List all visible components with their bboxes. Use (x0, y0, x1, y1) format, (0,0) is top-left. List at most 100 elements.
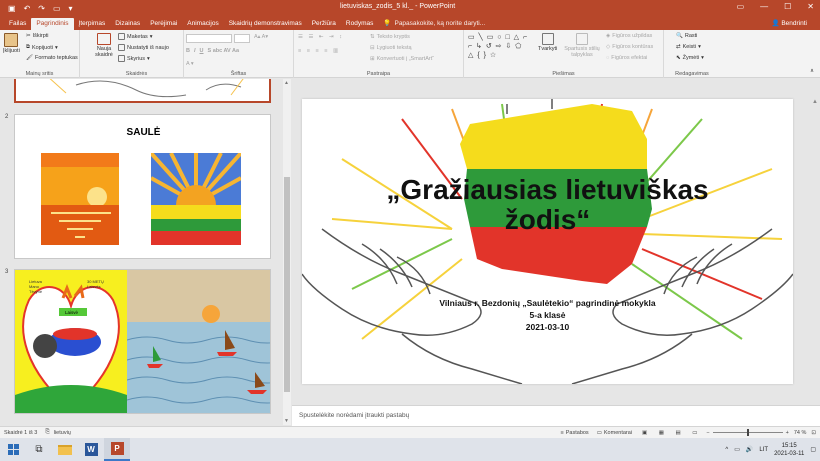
font-name-input[interactable] (186, 34, 232, 43)
arrange-button[interactable]: Tvarkyti (538, 33, 557, 52)
slide-background-art (302, 99, 793, 384)
align-buttons[interactable]: ≡ ≡ ≡ ≡ ▥ (298, 48, 340, 54)
tab-file[interactable]: Failas (4, 18, 31, 30)
slide-title[interactable]: „Gražiausias lietuviškas žodis“ (302, 175, 793, 235)
thumbnail-scroll-thumb[interactable] (284, 177, 290, 392)
format-painter-button[interactable]: 🖌 Formato teptukas (26, 55, 78, 61)
tab-design[interactable]: Dizainas (110, 18, 145, 30)
present-icon[interactable]: ▭ (53, 4, 61, 13)
slide-thumbnail-1[interactable] (14, 79, 271, 103)
slide-thumbnail-2[interactable]: SAULĖ (14, 114, 271, 259)
find-button[interactable]: 🔍 Rasti (676, 33, 697, 39)
fit-slide-icon[interactable]: ⊡ (811, 430, 816, 436)
zoom-out-button[interactable]: − (706, 430, 709, 436)
slide-title-line-1: „Gražiausias lietuviškas (386, 174, 709, 205)
group-drawing: ▭ ╲ ▭ ○ □ △ ⌐ ⌐ ↳ ↺ ⇨ ⇩ ⬠ △ { } ☆ Tvarky… (464, 30, 664, 78)
smartart-button[interactable]: ⊞ Konvertuoti į „SmartArt“ (370, 56, 434, 62)
title-bar: ▣ ↶ ↷ ▭ ▾ lietuviskas_zodis_5 kl._ - Pow… (0, 0, 820, 16)
replace-button[interactable]: ⇄ Keisti ▾ (676, 44, 701, 50)
shape-fill-button[interactable]: ◈ Figūros užpildas (606, 33, 652, 39)
group-label-drawing: Piešimas (552, 71, 575, 77)
tab-home[interactable]: Pagrindinis (31, 18, 74, 30)
quick-styles-button[interactable]: Spartusis stilių talpyklas (560, 33, 604, 58)
cut-label: Iškirpti (32, 33, 49, 39)
slide-scroll-up-icon[interactable]: ▲ (812, 99, 818, 105)
replace-icon: ⇄ (676, 44, 681, 50)
thumbnail-scrollbar[interactable]: ▲ ▼ (283, 79, 291, 425)
slide-subtitle[interactable]: Vilniaus r. Bezdonių „Saulėtekio“ pagrin… (302, 297, 793, 333)
align-text-button[interactable]: ⊟ Lygiuoti tekstą (370, 45, 412, 51)
date-text: 2021-03-10 (525, 322, 570, 332)
current-slide[interactable]: „Gražiausias lietuviškas žodis“ Vilniaus… (302, 99, 793, 384)
slide-1-preview (49, 79, 244, 98)
tab-slideshow[interactable]: Skaidrių demonstravimas (224, 18, 307, 30)
font-color-button[interactable]: A ▾ (186, 61, 194, 67)
select-button[interactable]: ⬉ Žymėti ▾ (676, 55, 704, 61)
zoom-in-button[interactable]: + (786, 430, 789, 436)
redo-icon[interactable]: ↷ (38, 4, 45, 13)
reset-button[interactable]: Nustatyti iš naujo (118, 44, 169, 51)
volume-icon[interactable]: 🔊 (746, 446, 753, 453)
share-button[interactable]: 👤 Bendrinti (766, 18, 812, 30)
network-icon[interactable]: ▭ (734, 446, 740, 453)
tab-review[interactable]: Peržiūra (307, 18, 341, 30)
powerpoint-icon[interactable]: P (104, 438, 130, 461)
tab-animations[interactable]: Animacijos (182, 18, 223, 30)
notes-button[interactable]: ≡ Pastabos (561, 430, 589, 436)
notifications-icon[interactable]: ▢ (810, 446, 816, 453)
save-icon[interactable]: ▣ (8, 4, 16, 13)
text-direction-button[interactable]: ⇅ Teksto kryptis (370, 34, 410, 40)
shape-outline-button[interactable]: ◇ Figūros kontūras (606, 44, 653, 50)
ribbon-display-icon[interactable]: ▭ (737, 2, 745, 11)
close-button[interactable]: ✕ (807, 2, 814, 11)
group-label-paragraph: Pastraipa (366, 71, 391, 77)
group-label-font: Šriftas (230, 71, 247, 77)
list-buttons[interactable]: ☰ ☰ ⇤ ⇥ ↕ (298, 34, 344, 40)
cut-button[interactable]: ✂ Iškirpti (26, 33, 49, 39)
section-button[interactable]: Skyrius ▾ (118, 55, 150, 62)
task-view-icon[interactable]: ⧉ (26, 438, 52, 461)
slide-thumbnail-3[interactable]: Lietuva Mano Tėvynė 30 METŲ Laisvės Lais… (14, 269, 271, 414)
clock[interactable]: 15:15 2021-03-11 (774, 442, 804, 458)
view-buttons[interactable]: ▣ ▦ ▤ ▭ (642, 430, 702, 436)
layout-button[interactable]: Maketas ▾ (118, 33, 153, 40)
zoom-level[interactable]: 74 % (794, 430, 807, 436)
comments-button[interactable]: ▭ Komentarai (597, 430, 632, 436)
undo-icon[interactable]: ↶ (24, 4, 31, 13)
shape-effects-button[interactable]: ◌ Figūros efektai (606, 55, 647, 61)
group-font: A▴ A▾ B I U S abc AV Aa A ▾ Šriftas (184, 30, 294, 78)
new-slide-button[interactable]: Nauja skaidrė (93, 33, 115, 58)
paste-button[interactable]: Įklijuoti (3, 33, 20, 54)
effects-icon: ◌ (606, 55, 610, 61)
font-format-buttons[interactable]: B I U S abc AV Aa (186, 48, 239, 54)
tab-transitions[interactable]: Perėjimai (145, 18, 182, 30)
thumb3-label-3: Tėvynė (29, 289, 43, 294)
maximize-button[interactable]: ☐ (784, 2, 791, 11)
input-language[interactable]: LIT (759, 447, 768, 453)
reset-label: Nustatyti iš naujo (127, 44, 169, 51)
file-explorer-icon[interactable] (52, 438, 78, 461)
scroll-down-icon[interactable]: ▼ (284, 418, 289, 424)
tab-insert[interactable]: Įterpimas (74, 18, 111, 30)
word-icon[interactable]: W (78, 438, 104, 461)
arrange-icon (541, 33, 554, 45)
proofing-icon[interactable]: ⎘ (45, 429, 49, 436)
tell-me-box[interactable]: 💡 Papasakokite, ką norite daryti... (378, 18, 490, 30)
chevron-up-icon[interactable]: ^ (725, 447, 728, 453)
grow-font-icon[interactable]: A▴ A▾ (254, 34, 268, 40)
customize-icon[interactable]: ▾ (69, 4, 73, 13)
shapes-gallery[interactable]: ▭ ╲ ▭ ○ □ △ ⌐ ⌐ ↳ ↺ ⇨ ⇩ ⬠ △ { } ☆ (468, 33, 530, 60)
copy-button[interactable]: ⧉ Kopijuoti ▾ (26, 44, 58, 51)
window-controls: ▭ — ☐ ✕ (737, 2, 814, 11)
minimize-button[interactable]: — (760, 2, 768, 11)
windows-start-icon[interactable] (0, 438, 26, 461)
scroll-up-icon[interactable]: ▲ (284, 80, 289, 86)
language-indicator[interactable]: lietuvių (54, 430, 71, 436)
collapse-ribbon-icon[interactable]: ∧ (810, 68, 814, 74)
zoom-slider[interactable] (712, 429, 783, 436)
font-size-input[interactable] (234, 34, 250, 43)
format-painter-label: Formato teptukas (34, 55, 78, 61)
zoom-slider-thumb[interactable] (746, 429, 749, 436)
notes-pane[interactable]: Spustelėkite norėdami įtraukti pastabų (292, 405, 820, 426)
tab-view[interactable]: Rodymas (341, 18, 378, 30)
